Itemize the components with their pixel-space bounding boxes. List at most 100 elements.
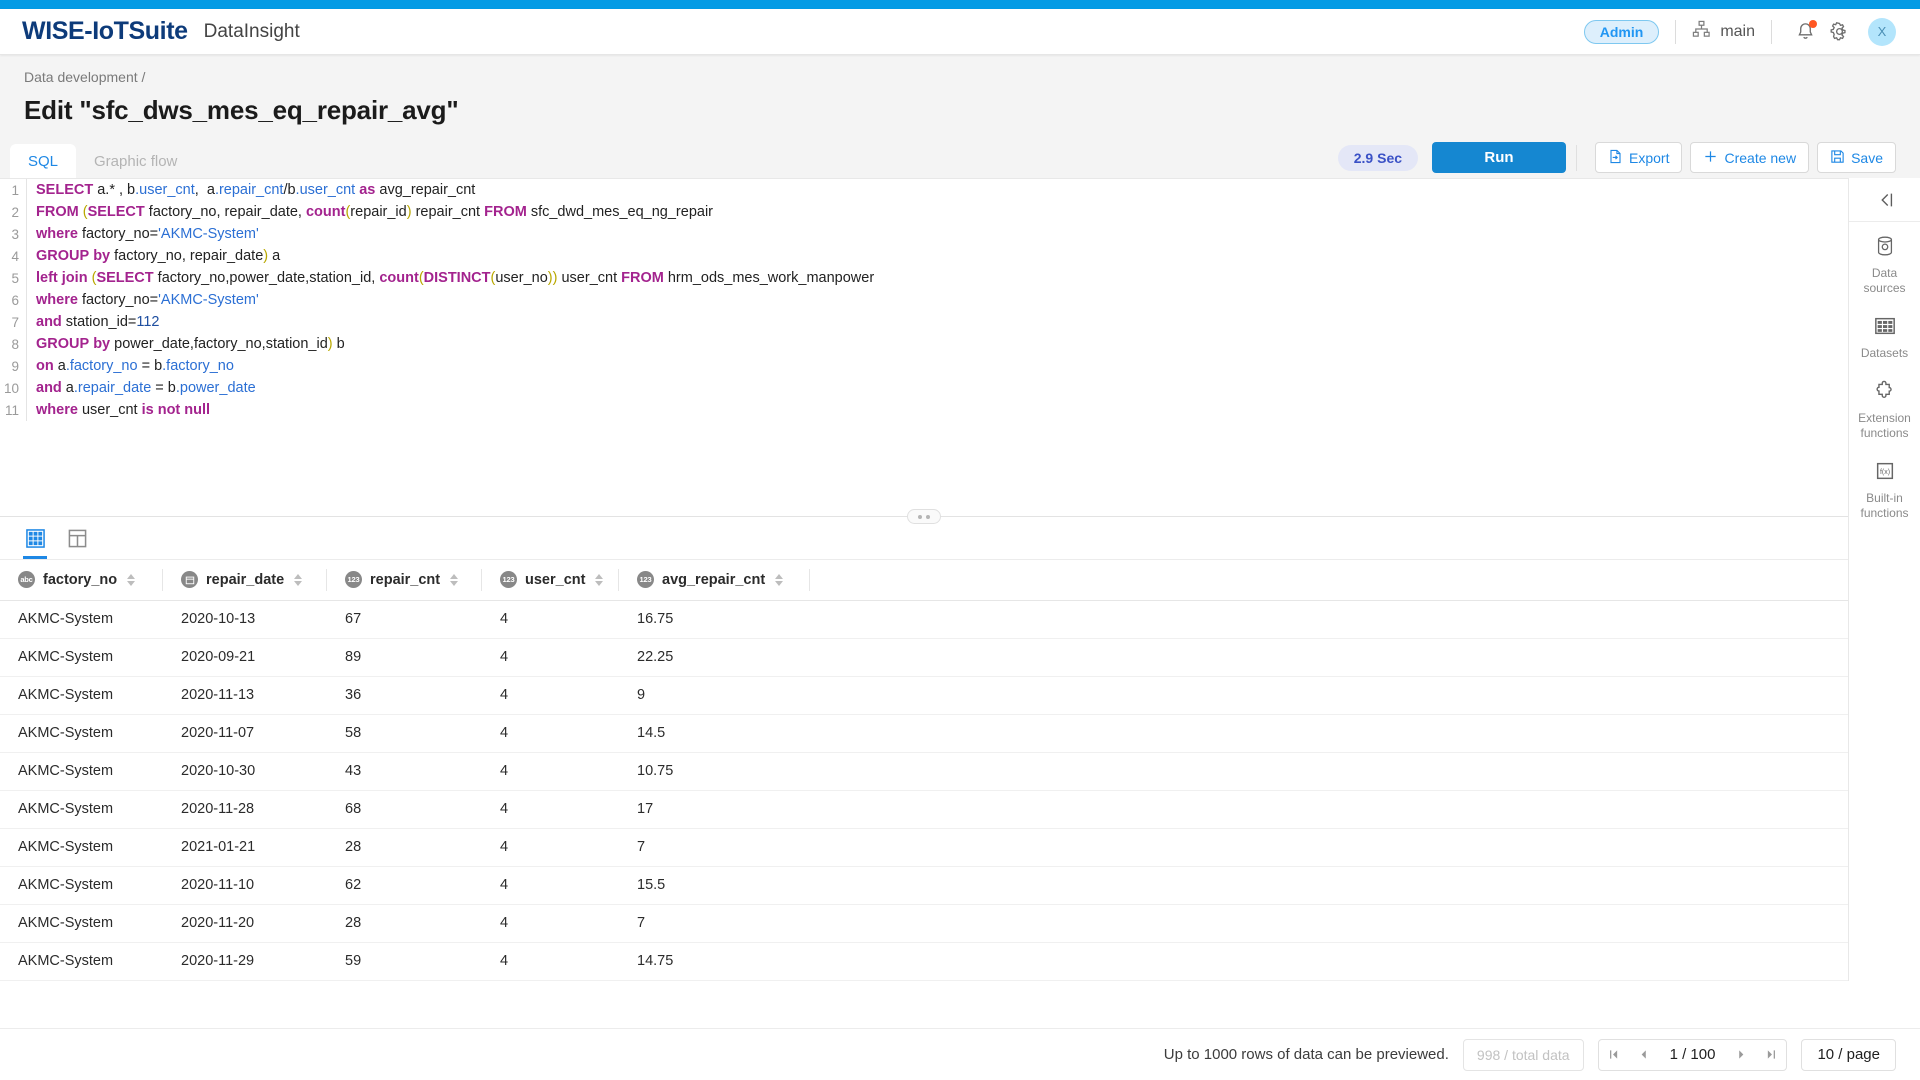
settings-button[interactable] <box>1822 15 1856 49</box>
table-row[interactable]: AKMC-System 2020-10-30 43 4 10.75 <box>0 752 1848 791</box>
table-cell: 7 <box>619 904 810 943</box>
table-row[interactable]: AKMC-System 2020-11-20 28 4 7 <box>0 904 1848 943</box>
sort-toggle[interactable] <box>127 573 136 586</box>
line-number: 8 <box>11 336 19 352</box>
table-cell-filler <box>810 600 1848 639</box>
table-cell: 28 <box>327 828 482 867</box>
table-row[interactable]: AKMC-System 2020-11-28 68 4 17 <box>0 790 1848 829</box>
table-row[interactable]: AKMC-System 2020-11-29 59 4 14.75 <box>0 942 1848 981</box>
right-rail: Data sources Datasets Extension function… <box>1848 178 1920 981</box>
last-page-button[interactable] <box>1756 1040 1786 1070</box>
sort-toggle[interactable] <box>450 573 459 586</box>
table-cell: 4 <box>482 638 619 677</box>
code-text: on a.factory_no = b.factory_no <box>36 358 234 374</box>
sort-toggle[interactable] <box>294 573 303 586</box>
table-cell: AKMC-System <box>0 942 163 981</box>
tab-sql[interactable]: SQL <box>10 144 77 178</box>
table-cell-filler <box>810 866 1848 905</box>
export-icon <box>1608 149 1623 167</box>
column-header-factory_no[interactable]: abc factory_no <box>0 560 163 601</box>
first-page-button[interactable] <box>1599 1040 1629 1070</box>
rail-item-datasets[interactable]: Datasets <box>1849 302 1920 367</box>
notification-button[interactable] <box>1788 15 1822 49</box>
rail-collapse-button[interactable] <box>1849 178 1920 222</box>
code-line: 10 and a.repair_date = b.power_date <box>0 377 1848 399</box>
table-cell: 4 <box>482 714 619 753</box>
code-line: 1 SELECT a.* , b.user_cnt, a.repair_cnt/b… <box>0 179 1848 201</box>
table-cell: 67 <box>327 600 482 639</box>
table-cell: 10.75 <box>619 752 810 791</box>
sort-asc-icon <box>127 573 136 579</box>
role-badge[interactable]: Admin <box>1583 19 1660 44</box>
editor-toolbar: 2.9 Sec Run Export Create new Save <box>1337 142 1920 178</box>
sql-editor[interactable]: 1 SELECT a.* , b.user_cnt, a.repair_cnt/b… <box>0 178 1848 516</box>
left-column: 1 SELECT a.* , b.user_cnt, a.repair_cnt/b… <box>0 178 1848 981</box>
table-cell: AKMC-System <box>0 676 163 715</box>
type-icon-date <box>181 571 198 589</box>
table-cell: 28 <box>327 904 482 943</box>
top-accent-bar <box>0 0 1920 9</box>
table-cell: 4 <box>482 600 619 639</box>
next-page-button[interactable] <box>1726 1040 1756 1070</box>
tab-graphic-flow[interactable]: Graphic flow <box>76 144 195 178</box>
rail-item-extension-functions[interactable]: Extension functions <box>1849 367 1920 447</box>
table-cell: 43 <box>327 752 482 791</box>
type-icon-abc: abc <box>18 571 35 589</box>
page-size-selector[interactable]: 10 / page <box>1801 1038 1896 1071</box>
line-number: 2 <box>11 204 19 220</box>
table-row[interactable]: AKMC-System 2020-11-13 36 4 9 <box>0 676 1848 715</box>
table-cell: 9 <box>619 676 810 715</box>
code-line: 3 where factory_no='AKMC-System' <box>0 223 1848 245</box>
duration-badge: 2.9 Sec <box>1337 144 1419 171</box>
column-label: repair_date <box>206 571 285 588</box>
create-new-button[interactable]: Create new <box>1690 142 1810 173</box>
table-row[interactable]: AKMC-System 2020-09-21 89 4 22.25 <box>0 638 1848 677</box>
table-cell: 2020-11-20 <box>163 904 327 943</box>
column-header-repair_cnt[interactable]: 123 repair_cnt <box>327 560 482 601</box>
sort-toggle[interactable] <box>595 573 604 586</box>
sitemap-icon <box>1692 20 1711 44</box>
table-cell: 17 <box>619 790 810 829</box>
table-cell: 2020-11-13 <box>163 676 327 715</box>
table-row[interactable]: AKMC-System 2020-11-07 58 4 14.5 <box>0 714 1848 753</box>
rail-label: Datasets <box>1860 346 1909 360</box>
code-line: 5 left join (SELECT factory_no,power_date… <box>0 267 1848 289</box>
splitter-handle[interactable] <box>907 509 941 524</box>
rail-item-built-in-functions[interactable]: f(x) Built-in functions <box>1849 447 1920 527</box>
results-panel: abc factory_no repair_date 123 repair_cnt 123… <box>0 517 1848 981</box>
table-cell: 62 <box>327 866 482 905</box>
table-row[interactable]: AKMC-System 2020-10-13 67 4 16.75 <box>0 600 1848 639</box>
table-cell: 14.75 <box>619 942 810 981</box>
database-icon <box>1874 235 1896 262</box>
rail-label: Data sources <box>1863 266 1906 295</box>
table-cell-filler <box>810 752 1848 791</box>
sort-toggle[interactable] <box>775 573 784 586</box>
line-number: 9 <box>11 358 19 374</box>
table-row[interactable]: AKMC-System 2020-11-10 62 4 15.5 <box>0 866 1848 905</box>
column-header-user_cnt[interactable]: 123 user_cnt <box>482 560 619 601</box>
org-name: main <box>1720 22 1755 40</box>
table-cell: 22.25 <box>619 638 810 677</box>
export-button[interactable]: Export <box>1595 142 1683 173</box>
prev-page-button[interactable] <box>1629 1040 1659 1070</box>
avatar[interactable]: X <box>1868 17 1896 46</box>
editor-tabbar: SQL Graphic flow 2.9 Sec Run Export Crea… <box>0 136 1920 178</box>
column-header-repair_date[interactable]: repair_date <box>163 560 327 601</box>
org-selector[interactable]: main <box>1692 20 1755 44</box>
grid-view-toggle[interactable] <box>18 518 52 559</box>
table-cell: 4 <box>482 676 619 715</box>
layout-view-toggle[interactable] <box>60 518 94 559</box>
column-label: repair_cnt <box>370 571 441 588</box>
code-line: 9 on a.factory_no = b.factory_no <box>0 355 1848 377</box>
results-table: abc factory_no repair_date 123 repair_cnt 123… <box>0 560 1848 981</box>
breadcrumb-item-0[interactable]: Data development <box>24 69 138 85</box>
rail-item-data-sources[interactable]: Data sources <box>1849 222 1920 302</box>
run-button[interactable]: Run <box>1432 142 1567 173</box>
sort-desc-icon <box>127 580 136 586</box>
column-header-avg_repair_cnt[interactable]: 123 avg_repair_cnt <box>619 560 810 601</box>
code-text: FROM (SELECT factory_no, repair_date, co… <box>36 204 713 220</box>
save-button[interactable]: Save <box>1817 142 1896 173</box>
code-text: where factory_no='AKMC-System' <box>36 226 259 242</box>
table-row[interactable]: AKMC-System 2021-01-21 28 4 7 <box>0 828 1848 867</box>
sort-desc-icon <box>775 580 784 586</box>
